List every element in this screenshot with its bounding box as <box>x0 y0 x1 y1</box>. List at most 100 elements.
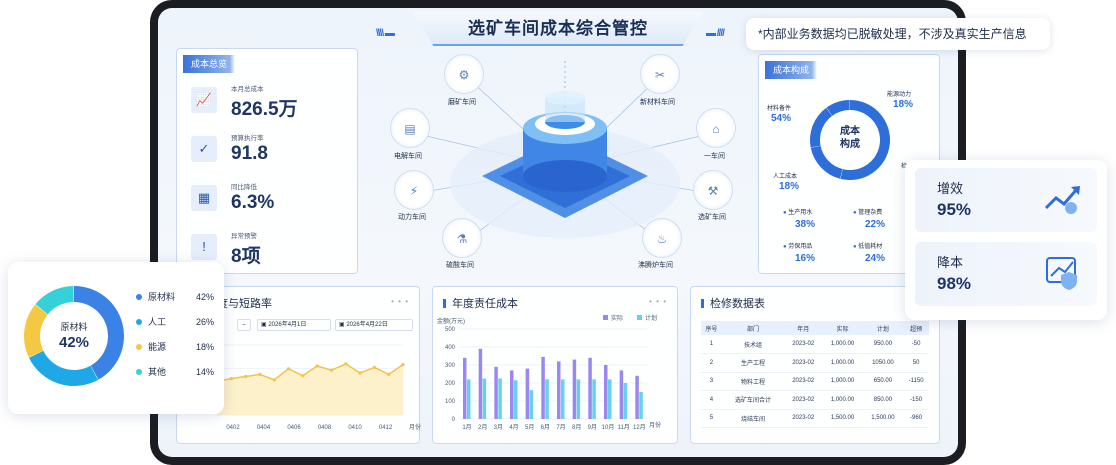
table-cell: 2023-02 <box>784 409 823 428</box>
legend-value: 42% <box>195 292 214 302</box>
bar <box>478 348 483 419</box>
sulfuric-workshop-icon[interactable]: ⚗ <box>442 218 482 258</box>
bar <box>494 366 498 419</box>
workshop1-icon[interactable]: ⌂ <box>696 108 736 148</box>
legend-swatch <box>637 315 642 320</box>
y-tick-label: 200 <box>445 381 456 387</box>
maintenance-table-panel: 检修数据表 • • • 序号部门年月实际计划超预 1技术组2023-021,00… <box>690 286 940 444</box>
title-bar: 选矿车间成本综合管控 <box>413 12 703 46</box>
data-point <box>301 374 305 378</box>
y-tick-label: 100 <box>445 399 456 405</box>
y-axis-unit: 金额(万元) <box>437 317 465 325</box>
y-tick-label: 300 <box>445 363 456 369</box>
table-header-cell: 部门 <box>721 321 785 335</box>
x-tick-label: 2月 <box>478 424 487 431</box>
x-tick-label: 0408 <box>318 425 332 431</box>
overview-item: ▦ 同比降低 6.3% <box>191 179 351 221</box>
table-cell: 3 <box>701 372 722 391</box>
table-cell: 生产工程 <box>721 353 785 373</box>
x-tick-label: 12月 <box>633 424 646 431</box>
bar <box>608 379 612 419</box>
table-cell: 1,500.00 <box>822 409 863 428</box>
table-row[interactable]: 1 技术组 2023-02 1,000.00 950.00 -50 <box>701 335 929 354</box>
table-row[interactable]: 5 烧结车间 2023-02 1,500.00 1,500.00 -960 <box>701 409 929 428</box>
overview-label: 本月总成本 <box>231 86 264 93</box>
table-cell: -150 <box>903 390 929 410</box>
overview-title: 成本总览 <box>183 55 236 73</box>
date-to-picker[interactable]: ▣ 2026年4月22日 <box>335 319 413 331</box>
bar <box>463 357 467 419</box>
node-label: 选矿车间 <box>698 214 726 221</box>
donut-slice <box>28 350 99 386</box>
grinding-workshop-icon[interactable]: ⚙ <box>444 54 484 94</box>
x-tick-label: 0410 <box>348 425 362 431</box>
sub-value: 38% <box>795 219 816 230</box>
overview-label: 异常预警 <box>231 233 257 240</box>
table-header-cell: 实际 <box>822 321 863 335</box>
comp-value: 18% <box>779 181 800 192</box>
table-row[interactable]: 4 选矿车间合计 2023-02 1,000.00 850.00 -150 <box>701 390 929 410</box>
donut-slice <box>810 145 843 179</box>
bar <box>592 379 596 419</box>
x-tick-label: 4月 <box>509 424 518 431</box>
table-cell: -50 <box>903 335 929 354</box>
sub-value: 22% <box>865 219 886 230</box>
x-tick-label: 7月 <box>556 424 565 431</box>
bar <box>572 359 577 419</box>
growth-trend-icon <box>1044 186 1080 214</box>
data-point <box>286 367 291 371</box>
x-axis-unit: 月份 <box>409 423 421 431</box>
overview-value: 91.8 <box>231 143 268 164</box>
table-header-cell: 年月 <box>784 321 823 335</box>
material-donut-card: 原材料 42% 原材料 42% 人工 26% 能源 18% 其他 14% <box>8 262 224 414</box>
table-cell: 1 <box>701 335 722 354</box>
table-cell: 50 <box>903 353 929 373</box>
more-menu-button[interactable]: • • • <box>649 297 667 306</box>
data-point <box>329 368 334 372</box>
power-workshop-icon[interactable]: ⚡ <box>394 170 434 210</box>
y-tick-label: 500 <box>445 327 456 333</box>
date-from-picker[interactable]: ▣ 2026年4月1日 <box>257 319 331 331</box>
legend-dot <box>136 294 142 300</box>
x-tick-label: 10月 <box>602 424 615 431</box>
mineral-workshop-icon[interactable]: ⚒ <box>693 170 733 210</box>
bar <box>498 378 502 419</box>
comp-label: 材料备件 <box>767 106 792 112</box>
donut-center-value: 42% <box>58 334 90 351</box>
range-dropdown[interactable]: – <box>237 319 251 331</box>
data-point <box>244 374 248 379</box>
x-tick-label: 3月 <box>494 424 503 431</box>
table-cell: 2 <box>701 353 722 373</box>
table-cell: 850.00 <box>862 390 904 410</box>
title-deco-left: \\\\ ▬ <box>376 28 395 39</box>
x-tick-label: 9月 <box>588 424 597 431</box>
table-cell: 2023-02 <box>784 390 823 410</box>
bar <box>545 379 549 419</box>
legend-value: 26% <box>195 317 214 327</box>
overview-panel: 成本总览 📈 本月总成本 826.5万 ✓ 预算执行率 91.8 ▦ 同比降低 … <box>176 48 358 274</box>
new-material-workshop-icon[interactable]: ✂ <box>640 54 680 94</box>
donut-center-label: 原材料 <box>60 322 88 332</box>
table-row[interactable]: 2 生产工程 2023-02 1,000.00 1050.00 50 <box>701 353 929 373</box>
sub-item: ● 低值耗材 <box>853 244 883 250</box>
table-cell: 烧结车间 <box>721 409 785 428</box>
boiling-furnace-workshop-icon[interactable]: ♨ <box>642 218 682 258</box>
data-point <box>272 378 276 382</box>
bar <box>557 361 561 419</box>
legend-item: 人工 26% <box>136 315 220 340</box>
sub-item: ● 劳保用品 <box>783 244 813 250</box>
sub-item: ● 管理杂费 <box>853 210 883 216</box>
overview-value: 826.5万 <box>231 99 298 120</box>
table-row[interactable]: 3 物料工程 2023-02 1,000.00 650.00 -1150 <box>701 372 929 391</box>
data-point <box>344 362 348 366</box>
data-point <box>315 364 319 368</box>
data-point <box>372 365 376 369</box>
more-menu-button[interactable]: • • • <box>391 297 409 306</box>
bar <box>639 392 643 419</box>
overview-value: 8项 <box>231 246 261 267</box>
electrolysis-workshop-icon[interactable]: ▤ <box>390 108 430 148</box>
comp-value: 54% <box>771 113 792 124</box>
overview-item: 📈 本月总成本 826.5万 <box>191 81 351 123</box>
table-cell: 1,000.00 <box>822 353 863 373</box>
node-label: 磨矿车间 <box>448 99 476 106</box>
